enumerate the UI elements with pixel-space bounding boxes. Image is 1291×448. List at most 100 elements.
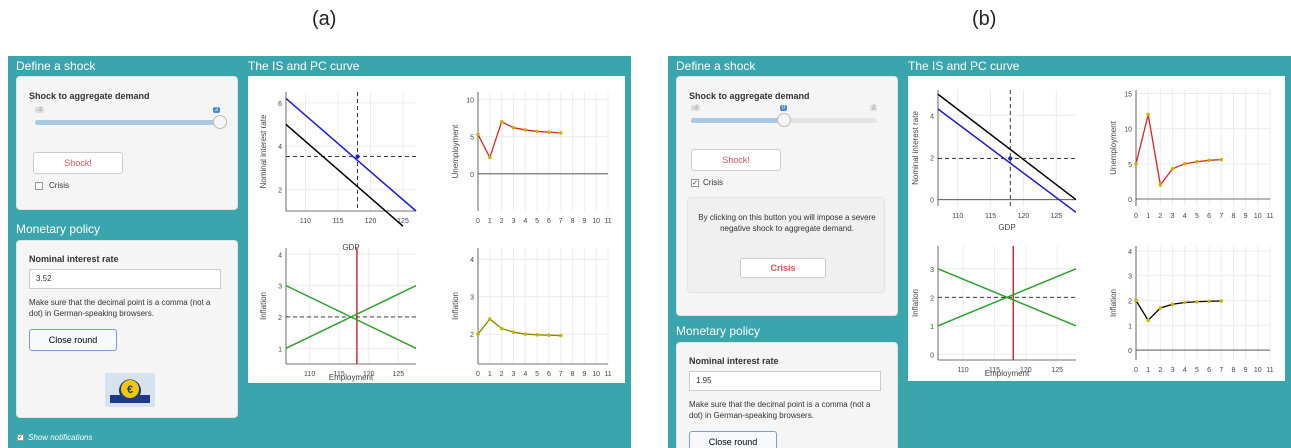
x-tick-label: 115	[332, 218, 343, 225]
x-tick-label: 7	[559, 218, 563, 225]
panel-label-a: (a)	[312, 8, 337, 30]
x-tick-label: 9	[1244, 213, 1248, 220]
plots-title: The IS and PC curve	[248, 59, 360, 73]
chart-3: 110 115 120 1251234InflationEmployment	[259, 248, 417, 382]
x-tick-label: 5	[535, 218, 539, 225]
plots-svg: 110 115 120 125246Nominal interest rateGDP0…	[259, 92, 612, 382]
series-line	[477, 318, 561, 337]
x-tick-label: 8	[1232, 213, 1236, 220]
y-tick-label: 15	[1124, 92, 1132, 99]
x-tick-label: 4	[1183, 367, 1187, 374]
data-point	[1158, 306, 1163, 310]
shock-label: Shock to aggregate demand	[29, 91, 150, 101]
rate-input[interactable]: 3.52	[29, 269, 221, 289]
data-point	[1146, 318, 1150, 323]
define-shock-title: Define a shock	[16, 59, 96, 73]
equilibrium-point	[1008, 156, 1013, 161]
shock-button[interactable]: Shock!	[33, 152, 123, 174]
y-tick-label: 3	[1128, 274, 1132, 281]
x-tick-label: 3	[1171, 213, 1175, 220]
rate-input[interactable]: 1.95	[689, 371, 881, 391]
plots-area: 110 115 120 125 2 4 6 Nominal interest rate GDP 0…	[248, 76, 625, 383]
y-tick-label: 0	[1128, 348, 1132, 355]
data-point	[511, 125, 516, 130]
close-round-button[interactable]: Close round	[29, 329, 117, 351]
crisis-button[interactable]: Crisis	[740, 258, 826, 278]
x-tick-label: 7	[1219, 213, 1223, 220]
x-tick-label: 120	[365, 218, 377, 225]
y-tick-label: 1	[930, 324, 934, 331]
y-tick-label: 2	[1128, 299, 1132, 306]
crisis-checkbox[interactable]: ✓	[691, 179, 699, 187]
y-tick-label: 2	[278, 315, 282, 322]
x-tick-label: 0	[1134, 367, 1138, 374]
y-tick-label: 4	[278, 144, 282, 151]
x-tick-label: 11	[1266, 367, 1273, 374]
x-tick-label: 5	[535, 371, 539, 378]
y-tick-label: 3	[930, 267, 934, 274]
y-tick-label: 4	[470, 257, 474, 264]
x-tick-label: 120	[1018, 213, 1030, 220]
shock-slider-handle[interactable]	[777, 113, 791, 127]
data-point	[499, 326, 504, 331]
chart-8: 0 1 2 3 4 5 6 7 8 9 10 11 0 1 2 3 4 Inflation	[1109, 246, 1274, 374]
x-axis-label: Employment	[329, 373, 374, 382]
close-round-button[interactable]: Close round	[689, 431, 777, 448]
x-tick-label: 0	[476, 218, 480, 225]
x-tick-label: 1	[488, 371, 492, 378]
panel-label-b: (b)	[972, 8, 997, 30]
app-screenshot-a: Define a shock Shock to aggregate demand…	[8, 56, 631, 448]
data-point	[1170, 302, 1175, 307]
slider-max-tag: 2	[870, 105, 878, 111]
data-point	[1182, 300, 1187, 305]
x-tick-label: 110	[304, 371, 315, 378]
series-line	[937, 108, 1077, 213]
x-tick-label: 11	[604, 371, 611, 378]
y-tick-label: 0	[470, 172, 474, 179]
x-tick-label: 9	[582, 371, 586, 378]
data-point	[558, 131, 563, 135]
y-axis-label: Nominal interest rate	[259, 114, 268, 188]
series-line	[477, 120, 561, 160]
x-tick-label: 8	[571, 218, 575, 225]
y-axis-label: Inflation	[451, 292, 460, 320]
data-point	[1207, 158, 1211, 163]
data-point	[1158, 183, 1163, 187]
x-tick-label: 6	[1207, 213, 1211, 220]
y-tick-label: 0	[930, 198, 934, 205]
x-tick-label: 3	[1171, 367, 1175, 374]
plots-area: 110 115 120 125 0 2 4 Nominal interest rate GDP 0…	[908, 76, 1285, 381]
x-tick-label: 4	[523, 218, 527, 225]
data-point	[1219, 299, 1224, 303]
data-point	[1195, 159, 1199, 164]
notifications-checkbox[interactable]: ✓	[17, 434, 24, 441]
x-tick-label: 1	[1146, 213, 1150, 220]
decimal-note: Make sure that the decimal point is a co…	[689, 400, 871, 420]
x-tick-label: 3	[512, 218, 516, 225]
shock-slider-handle[interactable]	[213, 115, 227, 129]
define-shock-title: Define a shock	[676, 59, 756, 73]
x-tick-label: 110	[958, 367, 969, 374]
y-axis-label: Inflation	[1109, 289, 1118, 317]
x-tick-label: 9	[582, 218, 586, 225]
x-tick-label: 4	[1183, 213, 1187, 220]
x-axis-label: Employment	[985, 369, 1030, 378]
x-tick-label: 2	[1158, 367, 1162, 374]
y-tick-label: 2	[930, 295, 934, 302]
crisis-checkbox[interactable]	[35, 182, 43, 190]
data-point	[523, 128, 528, 132]
x-tick-label: 4	[523, 371, 527, 378]
plots-title: The IS and PC curve	[908, 59, 1020, 73]
x-tick-label: 6	[547, 218, 551, 225]
x-tick-label: 0	[1134, 213, 1138, 220]
x-tick-label: 10	[1254, 367, 1262, 374]
x-tick-label: 2	[500, 371, 504, 378]
y-tick-label: 4	[1128, 249, 1132, 256]
euro-logo-icon: €	[105, 373, 155, 407]
y-tick-label: 3	[470, 295, 474, 302]
y-axis-label: Inflation	[259, 292, 268, 320]
crisis-description: By clicking on this button you will impo…	[698, 213, 876, 233]
x-tick-label: 9	[1244, 367, 1248, 374]
data-point	[547, 130, 551, 134]
shock-button[interactable]: Shock!	[691, 149, 781, 171]
